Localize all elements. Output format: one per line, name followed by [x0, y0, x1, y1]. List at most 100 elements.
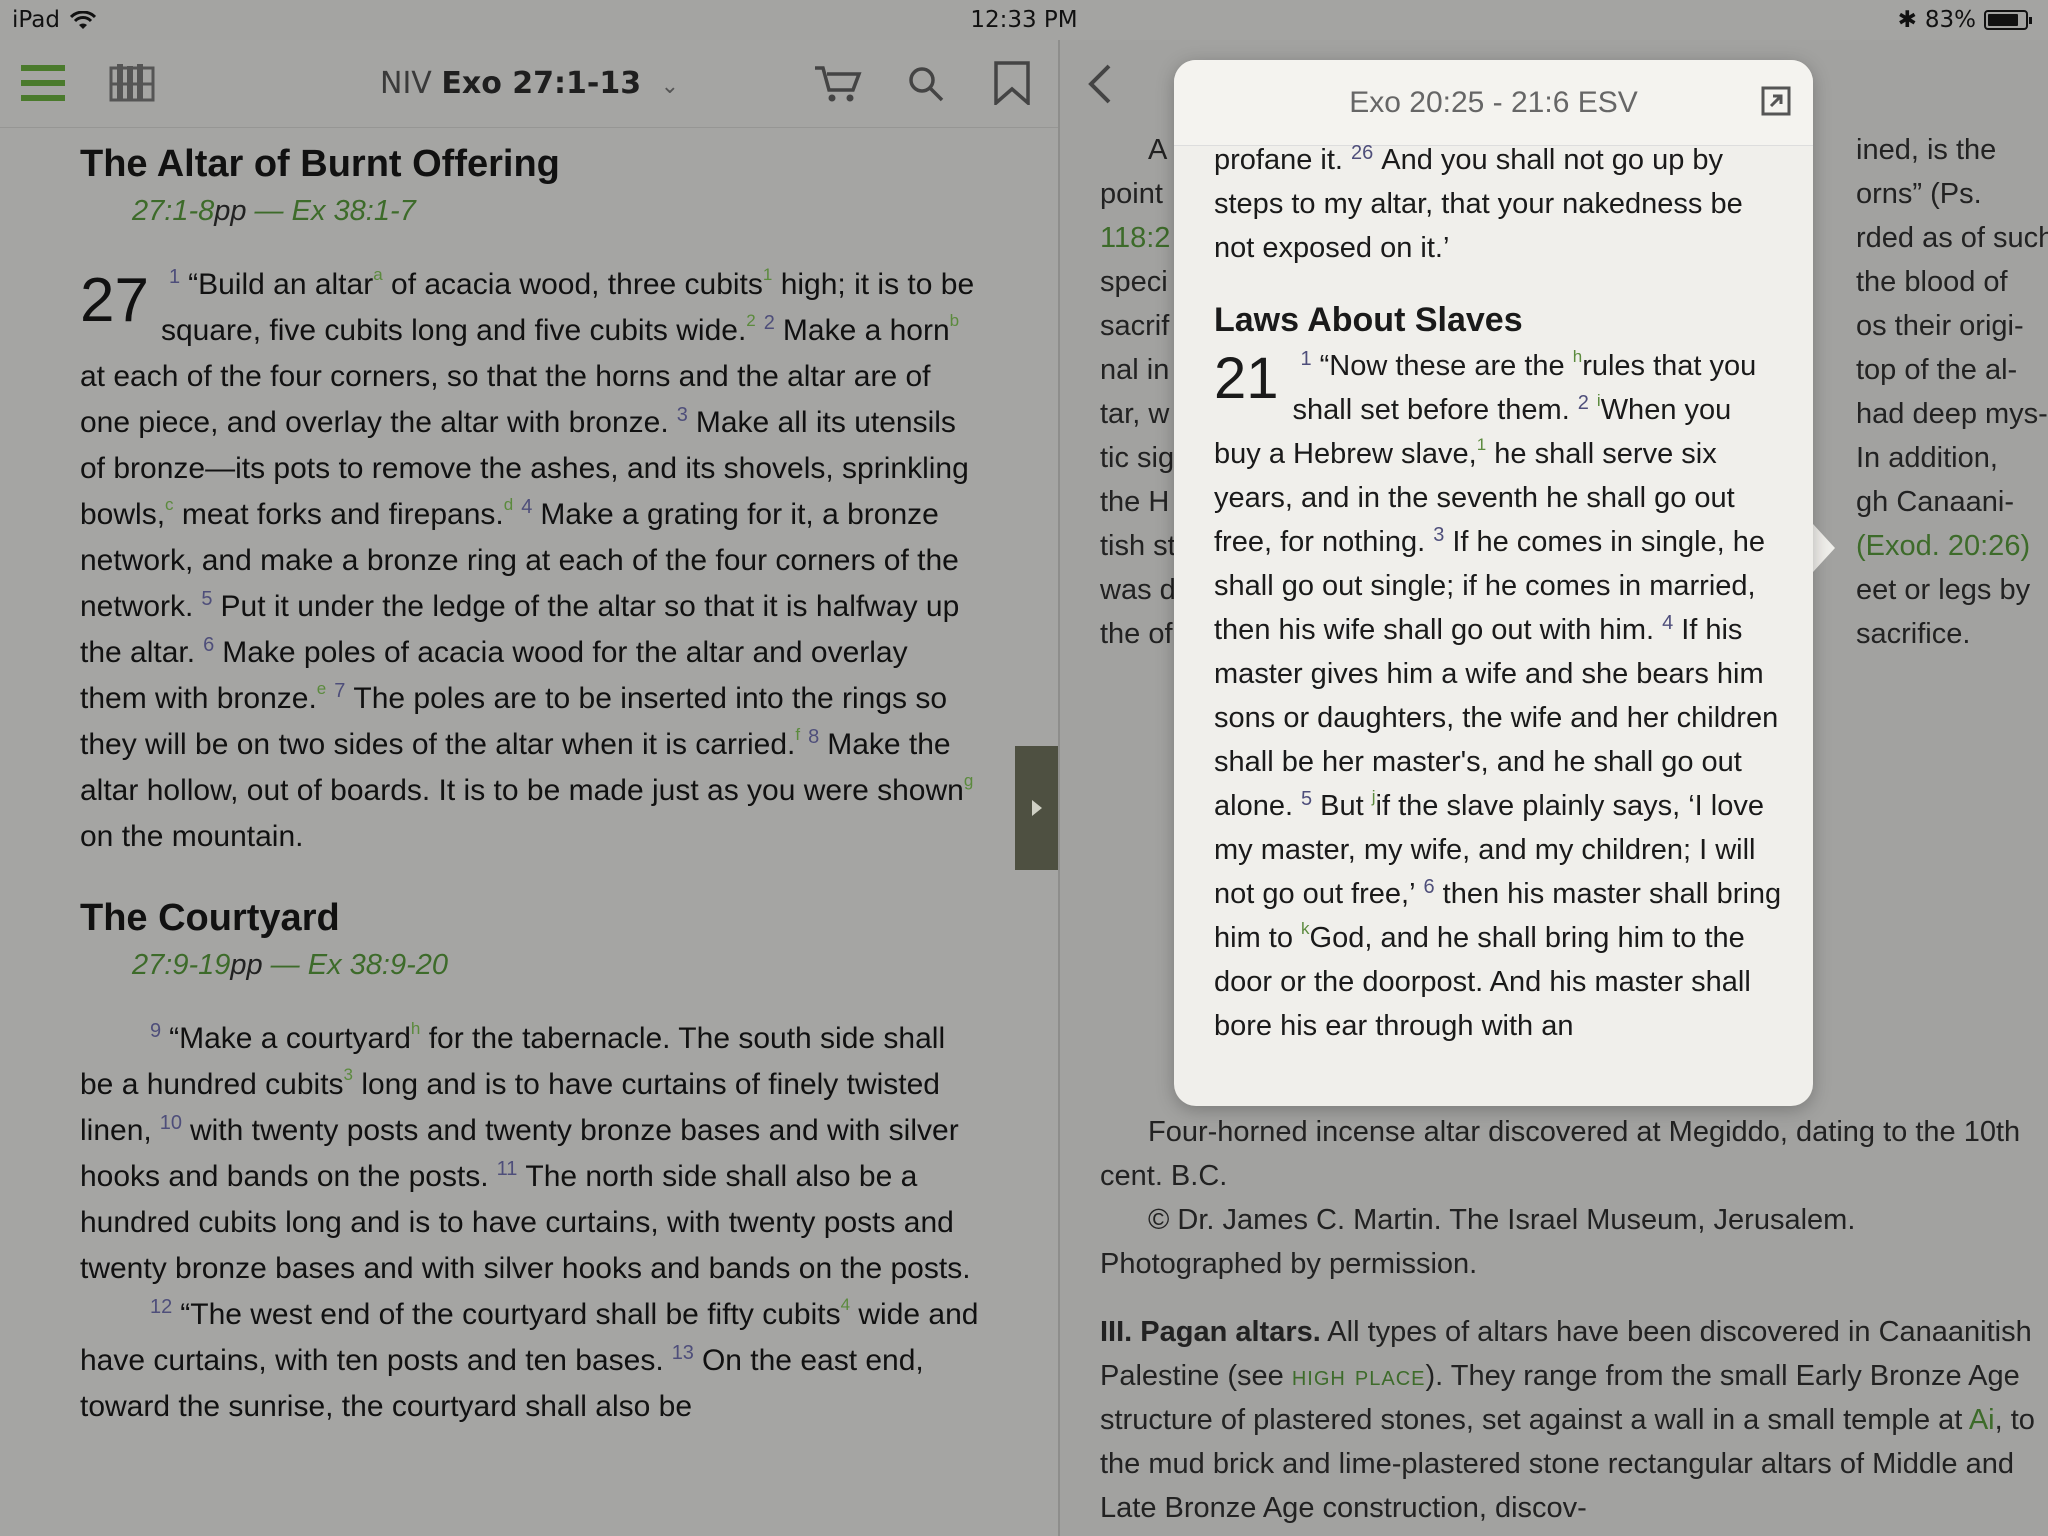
popup-pointer: [1813, 524, 1835, 572]
verse-number[interactable]: 4: [521, 496, 532, 518]
footnote-marker[interactable]: b: [950, 311, 959, 330]
verse-number[interactable]: 4: [1662, 612, 1673, 634]
image-credit: © Dr. James C. Martin. The Israel Museum…: [1100, 1204, 1856, 1280]
verse-text: But: [1320, 790, 1372, 822]
passage-selector[interactable]: NIV Exo 27:1-13 ⌄: [380, 66, 679, 101]
verse-number[interactable]: 12: [150, 1296, 172, 1318]
footnote-marker[interactable]: h: [411, 1019, 420, 1038]
verse-number[interactable]: 7: [334, 680, 345, 702]
verse-number[interactable]: 11: [497, 1158, 518, 1180]
footnote-marker[interactable]: h: [1573, 347, 1582, 366]
bible-pane: NIV Exo 27:1-13 ⌄ The Altar of Burnt Off…: [0, 40, 1058, 1536]
verse-number[interactable]: 5: [1301, 788, 1312, 810]
reference-popup: Exo 20:25 - 21:6 ESV profane it. 26 And yo…: [1174, 60, 1813, 1106]
chapter-number: 27: [80, 266, 149, 335]
resource-line-end: eet or legs by: [1856, 574, 2031, 606]
resource-line-end: orns” (Ps.: [1856, 178, 1982, 210]
verse-number[interactable]: 6: [1424, 876, 1435, 898]
panel-toggle-handle[interactable]: [1015, 746, 1058, 870]
footnote-marker[interactable]: f: [795, 725, 800, 744]
article-link[interactable]: Ai: [1969, 1404, 1995, 1436]
resource-line-end: rded as of such: [1856, 222, 2048, 254]
resource-line-end: In addition,: [1856, 442, 1998, 474]
verse-number[interactable]: 3: [1433, 524, 1444, 546]
resource-line-start: the of: [1100, 618, 1173, 650]
resource-line-end: top of the al-: [1856, 354, 2018, 386]
footnote-marker[interactable]: a: [373, 265, 382, 284]
resource-line-start: point: [1100, 178, 1163, 210]
resource-line-start: tar, w: [1100, 398, 1170, 430]
popup-chapter-number: 21: [1214, 346, 1279, 411]
verse-text: “The west end of the courtyard shall be …: [180, 1298, 841, 1331]
section-heading: The Courtyard: [80, 897, 340, 939]
verse-number[interactable]: 6: [203, 634, 214, 656]
resource-line-end: (Exod. 20:26): [1856, 530, 2031, 562]
footnote-marker[interactable]: 3: [344, 1065, 353, 1084]
popup-verse: profane it. 26 And you shall not go up by …: [1214, 142, 1743, 264]
resource-line-start: was d: [1100, 574, 1176, 606]
parallel-reference[interactable]: 27:9-19pp — Ex 38:9-20: [132, 944, 980, 986]
verse-number[interactable]: 2: [1578, 392, 1589, 414]
battery-icon: [1984, 10, 2032, 30]
verse-text: “Make a courtyard: [169, 1022, 411, 1055]
popup-title: Exo 20:25 - 21:6 ESV: [1349, 86, 1638, 119]
resource-text-lower: Four-horned incense altar discovered at …: [1100, 1110, 2040, 1530]
resource-line-end: the blood of: [1856, 266, 2008, 298]
paragraph: 12 “The west end of the courtyard shall b…: [80, 1292, 980, 1430]
resource-line-start: tish st: [1100, 530, 1176, 562]
footnote-marker[interactable]: g: [964, 771, 973, 790]
open-external-icon[interactable]: [1759, 84, 1793, 118]
resource-line-start: nal in: [1100, 354, 1170, 386]
resource-line-end: gh Canaani-: [1856, 486, 2014, 518]
status-time: 12:33 PM: [970, 7, 1078, 33]
verse-number[interactable]: 2: [764, 312, 775, 334]
verse-number[interactable]: 1: [1301, 348, 1312, 370]
status-right: ✱ 83%: [1897, 7, 2032, 33]
verse-number[interactable]: 13: [672, 1342, 694, 1364]
footnote-marker[interactable]: k: [1301, 919, 1310, 938]
resource-line-start: tic sig: [1100, 442, 1175, 474]
menu-icon[interactable]: [20, 62, 66, 104]
verse-number[interactable]: 8: [808, 726, 819, 748]
bible-toolbar: NIV Exo 27:1-13 ⌄: [0, 40, 1058, 128]
chevron-down-icon: ⌄: [660, 74, 680, 99]
search-icon[interactable]: [904, 62, 948, 106]
cart-icon[interactable]: [812, 62, 864, 106]
verse-number[interactable]: 3: [677, 404, 688, 426]
image-caption: Four-horned incense altar discovered at …: [1100, 1116, 2021, 1192]
verse-number[interactable]: 1: [169, 266, 180, 288]
article-link[interactable]: high place: [1292, 1360, 1426, 1392]
footnote-marker[interactable]: 1: [763, 265, 772, 284]
footnote-marker[interactable]: c: [165, 495, 174, 514]
resource-line-end: os their origi-: [1856, 310, 2024, 342]
parallel-reference[interactable]: 27:1-8pp — Ex 38:1-7: [132, 190, 980, 232]
verse-number[interactable]: 9: [150, 1020, 161, 1042]
bible-text: The Altar of Burnt Offering 27:1-8pp — E…: [80, 138, 980, 1430]
verse-text: on the mountain.: [80, 820, 304, 853]
popup-header: Exo 20:25 - 21:6 ESV: [1174, 60, 1813, 146]
status-bar: iPad 12:33 PM ✱ 83%: [0, 0, 2048, 40]
paragraph: 27 1 “Build an altara of acacia wood, thre…: [80, 262, 980, 860]
article-section: III. Pagan altars. All types of altars h…: [1100, 1316, 2035, 1524]
footnote-marker[interactable]: 4: [841, 1295, 850, 1314]
footnote-marker[interactable]: 1: [1477, 435, 1486, 454]
bluetooth-icon: ✱: [1897, 7, 1917, 33]
footnote-marker[interactable]: d: [504, 495, 513, 514]
verse-number[interactable]: 10: [160, 1112, 182, 1134]
verse-text: meat forks and firepans.: [173, 498, 504, 531]
popup-text: profane it. 26 And you shall not go up by …: [1214, 142, 1784, 1048]
battery-percent: 83%: [1924, 7, 1976, 33]
verse-text: of acacia wood, three cubits: [382, 268, 763, 301]
resource-line-end: had deep mys-: [1856, 398, 2048, 430]
verse-number[interactable]: 5: [201, 588, 212, 610]
footnote-marker[interactable]: e: [317, 679, 326, 698]
verse-text: “Now these are the: [1319, 350, 1573, 382]
library-icon[interactable]: [108, 60, 156, 106]
popup-paragraph: 21 1 “Now these are the hrules that you sh…: [1214, 344, 1784, 1048]
back-icon[interactable]: [1080, 60, 1120, 108]
section-heading: The Altar of Burnt Offering: [80, 143, 560, 185]
bookmark-icon[interactable]: [990, 60, 1034, 106]
resource-line-start: 118:2: [1100, 222, 1171, 254]
resource-line-start: the H: [1100, 486, 1170, 518]
footnote-marker[interactable]: 2: [746, 311, 755, 330]
